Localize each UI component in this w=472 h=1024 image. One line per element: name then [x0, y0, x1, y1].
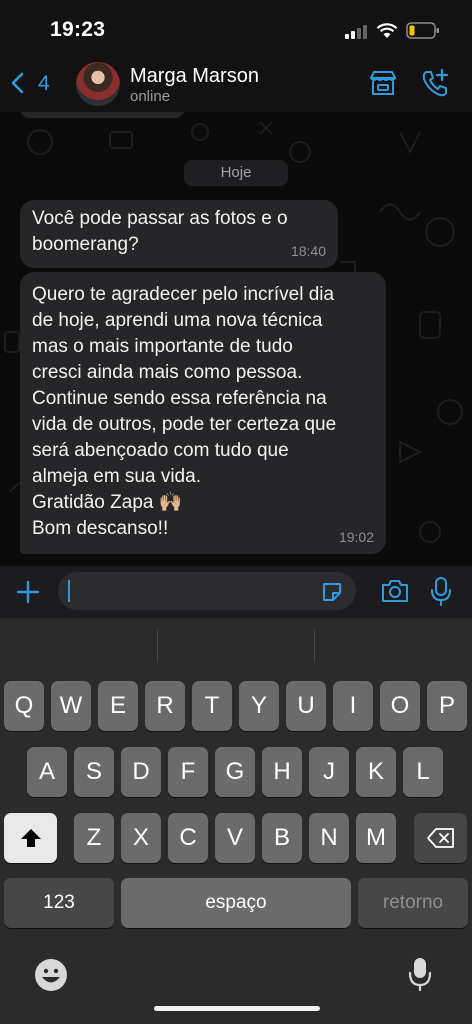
keyboard: Q W E R T Y U I O P A S D F G H J K L Z …	[0, 618, 472, 1024]
signal-icon	[345, 25, 369, 39]
contact-name[interactable]: Marga Marson	[130, 65, 259, 88]
key-c[interactable]: C	[168, 813, 208, 863]
key-g[interactable]: G	[215, 747, 255, 797]
home-indicator[interactable]	[154, 1006, 320, 1011]
add-call-icon[interactable]	[420, 68, 450, 98]
dictation-icon[interactable]	[408, 956, 432, 992]
battery-icon	[406, 22, 439, 39]
key-v[interactable]: V	[215, 813, 255, 863]
suggestion-divider	[157, 630, 158, 662]
backspace-icon	[426, 828, 454, 848]
chat-header: 4 Marga Marson online	[0, 56, 472, 112]
key-i[interactable]: I	[333, 681, 373, 731]
chat-area[interactable]: Hoje Você pode passar as fotos e o boome…	[0, 112, 472, 566]
numbers-key[interactable]: 123	[4, 878, 114, 928]
message-input[interactable]	[58, 572, 356, 610]
text-cursor	[68, 580, 70, 602]
date-separator: Hoje	[184, 160, 288, 186]
space-key[interactable]: espaço	[121, 878, 351, 928]
shift-icon	[20, 829, 41, 847]
message-time: 19:02	[338, 529, 374, 545]
key-b[interactable]: B	[262, 813, 302, 863]
key-o[interactable]: O	[380, 681, 420, 731]
key-k[interactable]: K	[356, 747, 396, 797]
key-s[interactable]: S	[74, 747, 114, 797]
key-e[interactable]: E	[98, 681, 138, 731]
key-d[interactable]: D	[121, 747, 161, 797]
message-bubble[interactable]: Quero te agradecer pelo incrível dia de …	[20, 272, 386, 554]
key-w[interactable]: W	[51, 681, 91, 731]
key-x[interactable]: X	[121, 813, 161, 863]
key-y[interactable]: Y	[239, 681, 279, 731]
backspace-key[interactable]	[414, 813, 467, 863]
key-n[interactable]: N	[309, 813, 349, 863]
unread-count[interactable]: 4	[38, 72, 50, 96]
key-h[interactable]: H	[262, 747, 302, 797]
key-l[interactable]: L	[403, 747, 443, 797]
partial-bubble	[20, 112, 185, 118]
status-time: 19:23	[50, 18, 106, 41]
back-chevron-icon[interactable]	[10, 71, 26, 95]
emoji-icon[interactable]	[34, 958, 68, 992]
key-a[interactable]: A	[27, 747, 67, 797]
return-key[interactable]: retorno	[358, 878, 468, 928]
plus-icon[interactable]	[16, 580, 40, 604]
message-bubble[interactable]: Você pode passar as fotos e o boomerang?…	[20, 200, 338, 268]
key-t[interactable]: T	[192, 681, 232, 731]
microphone-icon[interactable]	[430, 576, 452, 606]
key-z[interactable]: Z	[74, 813, 114, 863]
shift-key[interactable]	[4, 813, 57, 863]
store-icon[interactable]	[368, 69, 398, 97]
sticker-icon[interactable]	[320, 580, 344, 604]
key-q[interactable]: Q	[4, 681, 44, 731]
avatar[interactable]	[76, 62, 120, 106]
key-j[interactable]: J	[309, 747, 349, 797]
message-text: Quero te agradecer pelo incrível dia de …	[32, 284, 337, 539]
camera-icon[interactable]	[380, 578, 410, 604]
key-u[interactable]: U	[286, 681, 326, 731]
wifi-icon	[376, 23, 398, 38]
contact-status: online	[130, 88, 171, 105]
key-r[interactable]: R	[145, 681, 185, 731]
key-f[interactable]: F	[168, 747, 208, 797]
suggestion-divider	[314, 630, 315, 662]
message-time: 18:40	[290, 243, 326, 259]
message-composer	[0, 566, 472, 618]
status-bar: 19:23	[0, 0, 472, 56]
key-p[interactable]: P	[427, 681, 467, 731]
key-m[interactable]: M	[356, 813, 396, 863]
